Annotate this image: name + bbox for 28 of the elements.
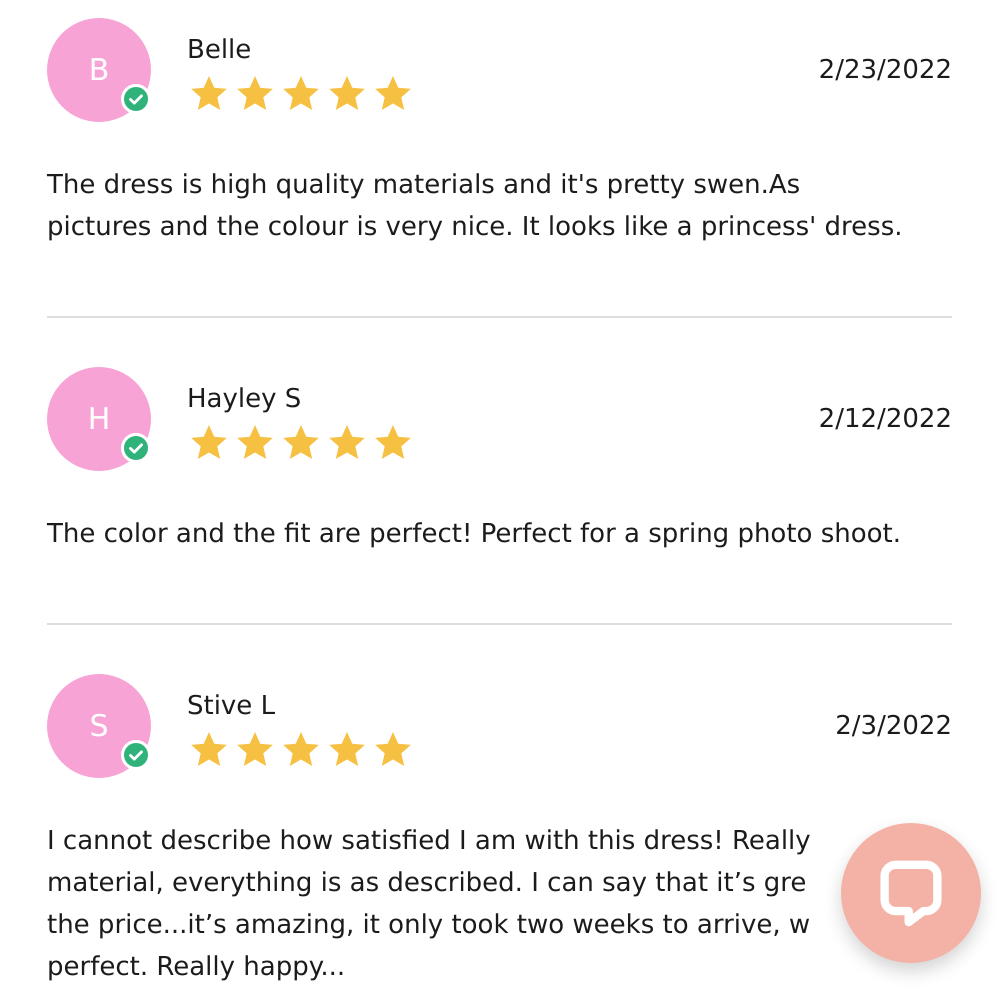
star-icon: [237, 76, 273, 110]
review-date: 2/12/2022: [818, 404, 952, 434]
reviewer-name: Stive L: [187, 690, 276, 722]
star-icon: [375, 425, 411, 459]
star-icon: [191, 732, 227, 766]
star-icon: [329, 732, 365, 766]
review-text: The color and the fit are perfect! Perfect for a spring photo shoot.: [47, 518, 902, 551]
review-text: The dress is high quality materials and it's pretty swen.As pictures and the colour is very nice. It looks like a princess' dress.: [47, 169, 903, 244]
speech-bubble-icon: [880, 860, 942, 926]
review-text: I cannot describe how satisfied I am with this dress! Really material, everything is as described. I can say that it’s gre the price...it’s amazing, it only took two weeks to arrive, w perfect. Really happy...: [47, 825, 811, 984]
review-date: 2/3/2022: [835, 711, 952, 741]
star-icon: [329, 76, 365, 110]
review-date: 2/23/2022: [818, 55, 952, 85]
star-icon: [283, 76, 319, 110]
star-icon: [237, 732, 273, 766]
star-icon: [283, 425, 319, 459]
star-icon: [283, 732, 319, 766]
reviewer-name: Belle: [187, 34, 252, 66]
star-icon: [191, 76, 227, 110]
avatar: S: [47, 674, 151, 778]
reviewer-name: Hayley S: [187, 383, 302, 415]
star-icon: [191, 425, 227, 459]
star-icon: [375, 76, 411, 110]
avatar: B: [47, 18, 151, 122]
star-icon: [375, 732, 411, 766]
star-icon: [329, 425, 365, 459]
avatar: H: [47, 367, 151, 471]
star-icon: [237, 425, 273, 459]
